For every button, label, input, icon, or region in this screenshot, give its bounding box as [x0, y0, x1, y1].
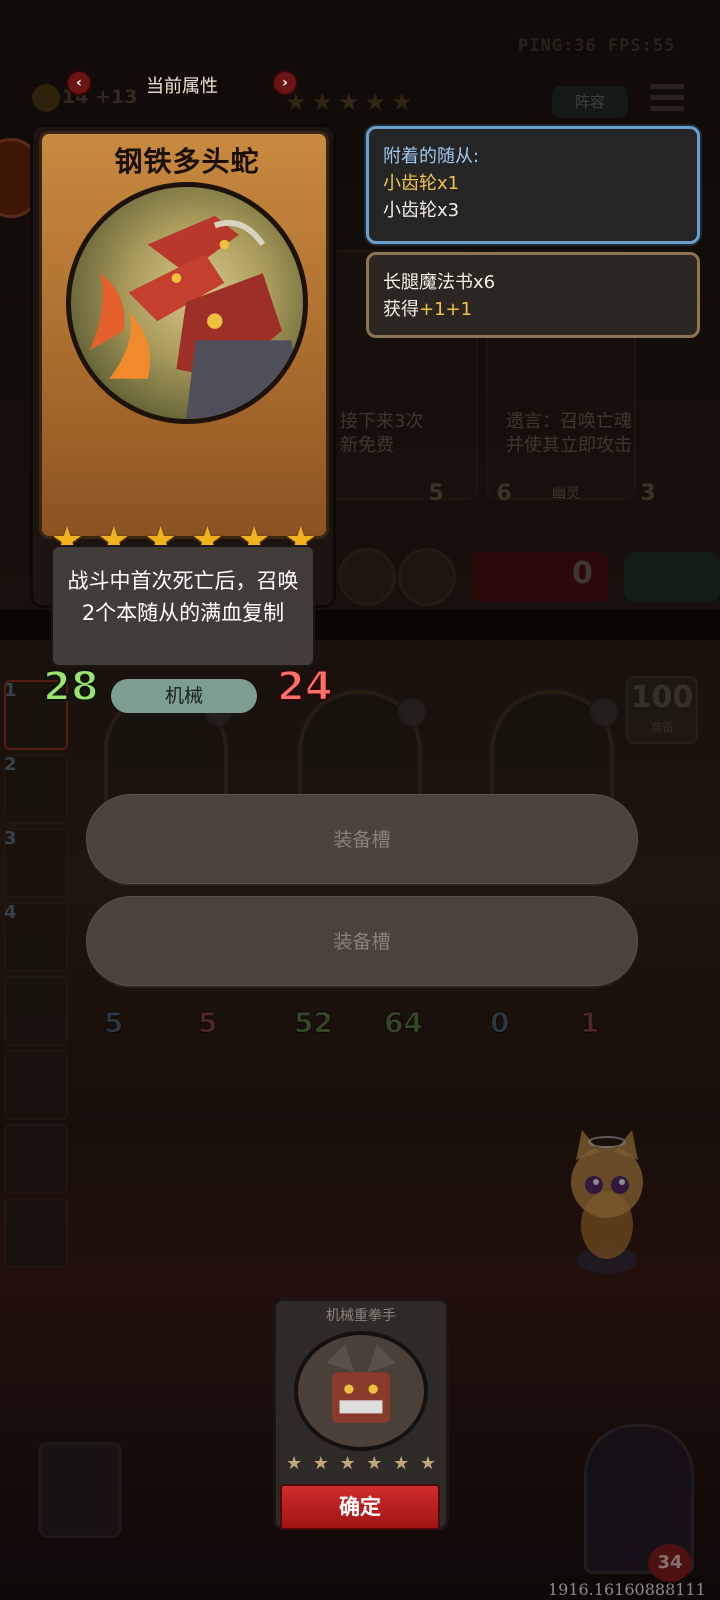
card-description: 战斗中首次死亡后，召唤2个本随从的满血复制 [67, 569, 299, 625]
attribute-header: ‹ 当前属性 › [66, 70, 298, 100]
star-icon: ★ [419, 1453, 436, 1474]
star-icon: ★ [286, 1453, 303, 1474]
minion-detail-card: 钢铁多头蛇 ★ ★ ★ ★ ★ ★ 战斗中首次死亡后，召唤2个本随从的满血复制 … [30, 124, 336, 713]
attached-item: 小齿轮x1 [383, 173, 460, 194]
game-screen: PING:36 FPS:55 14 +13 ★★★★★ 阵容 接下来3次 新免费… [0, 0, 720, 1600]
attached-item: 小齿轮x3 [383, 200, 460, 221]
next-arrow-icon[interactable]: › [272, 70, 298, 96]
card-portrait [66, 182, 308, 424]
equipment-slot-1[interactable]: 装备槽 [86, 794, 638, 884]
confirm-button[interactable]: 确定 [280, 1484, 440, 1530]
card-frame: 钢铁多头蛇 [39, 131, 329, 539]
buff-source-tooltip: 长腿魔法书x6 获得+1+1 [366, 252, 700, 338]
selected-minion-portrait [294, 1331, 428, 1451]
equipment-slot-label: 装备槽 [333, 931, 391, 953]
buff-gain: 获得+1+1 [383, 299, 473, 320]
star-icon: ★ [339, 1453, 356, 1474]
star-icon: ★ [312, 1453, 329, 1474]
buff-source: 长腿魔法书x6 [383, 272, 496, 293]
attached-heading: 附着的随从: [383, 146, 480, 167]
mech-hydra-art [90, 215, 303, 419]
card-name: 钢铁多头蛇 [114, 145, 260, 178]
card-tribe: 机械 [111, 679, 257, 713]
equipment-slot-label: 装备槽 [333, 829, 391, 851]
prev-arrow-icon[interactable]: ‹ [66, 70, 92, 96]
attached-minions-tooltip: 附着的随从: 小齿轮x1 小齿轮x3 [366, 126, 700, 244]
selected-minion-stars: ★ ★ ★ ★ ★ ★ [286, 1453, 436, 1474]
star-icon: ★ [366, 1453, 383, 1474]
card-attack: 28 [42, 664, 100, 710]
equipment-slot-2[interactable]: 装备槽 [86, 896, 638, 986]
card-description-box: 战斗中首次死亡后，召唤2个本随从的满血复制 [51, 545, 315, 667]
card-health: 24 [276, 664, 334, 710]
star-icon: ★ [393, 1453, 410, 1474]
selected-minion-name: 机械重拳手 [326, 1308, 396, 1324]
attribute-title: 当前属性 [146, 76, 218, 97]
player-id: 1916.16160888111 [548, 1580, 706, 1599]
